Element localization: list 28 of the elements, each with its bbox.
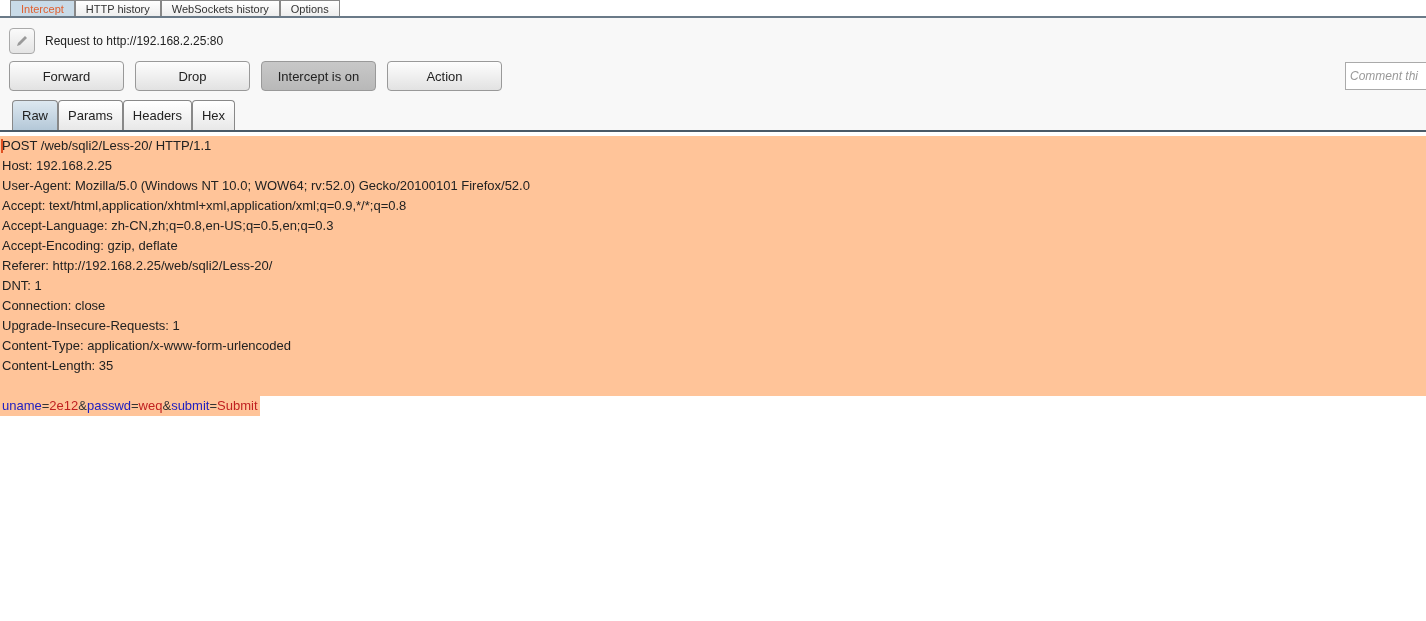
request-line: Accept-Encoding: gzip, deflate bbox=[2, 237, 179, 255]
request-line: Host: 192.168.2.25 bbox=[2, 157, 113, 175]
request-line: User-Agent: Mozilla/5.0 (Windows NT 10.0; WOW64; rv:52.0) Gecko/20100101 Firefox/52.0 bbox=[2, 177, 531, 195]
request-line: Upgrade-Insecure-Requests: 1 bbox=[2, 317, 181, 335]
edit-button[interactable] bbox=[9, 28, 35, 54]
request-line: Connection: close bbox=[2, 297, 107, 315]
request-line: DNT: 1 bbox=[2, 277, 43, 295]
view-tab[interactable]: Params bbox=[58, 100, 123, 130]
action-button[interactable]: Forward bbox=[9, 61, 124, 91]
request-line: Accept: text/html,application/xhtml+xml,application/xml;q=0.9,*/*;q=0.8 bbox=[2, 197, 408, 215]
view-tab[interactable]: Raw bbox=[12, 100, 58, 130]
request-line: Accept-Language: zh-CN,zh;q=0.8,en-US;q=0.5,en;q=0.3 bbox=[2, 217, 335, 235]
action-button[interactable]: Drop bbox=[135, 61, 250, 91]
request-body: uname=2e12&passwd=weq&submit=Submit bbox=[0, 396, 260, 416]
main-tab[interactable]: WebSockets history bbox=[160, 0, 280, 16]
action-button[interactable]: Action bbox=[387, 61, 502, 91]
request-line: Referer: http://192.168.2.25/web/sqli2/Less-20/ bbox=[2, 257, 274, 275]
request-line: POST /web/sqli2/Less-20/ HTTP/1.1 bbox=[2, 137, 213, 155]
main-tab[interactable]: Options bbox=[279, 0, 340, 16]
view-tab[interactable]: Headers bbox=[122, 100, 192, 130]
action-button[interactable]: Intercept is on bbox=[261, 61, 376, 91]
pencil-icon bbox=[14, 33, 30, 49]
view-tab[interactable]: Hex bbox=[191, 100, 236, 130]
request-target: Request to http://192.168.2.25:80 bbox=[45, 34, 224, 48]
request-line: Content-Length: 35 bbox=[2, 357, 115, 375]
request-line: Content-Type: application/x-www-form-urlencoded bbox=[2, 337, 292, 355]
comment-field[interactable]: Comment thi bbox=[1345, 62, 1426, 90]
main-tab[interactable]: HTTP history bbox=[74, 0, 161, 16]
